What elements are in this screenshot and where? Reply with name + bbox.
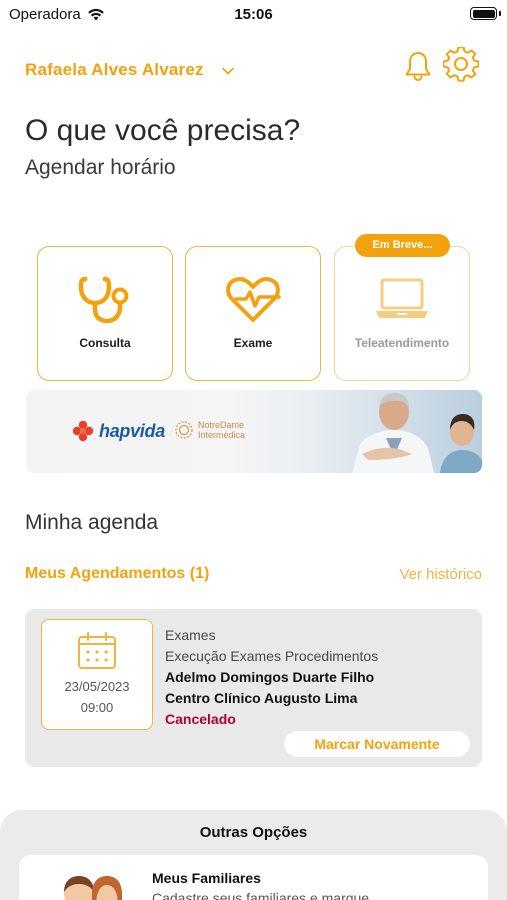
- page-subtitle: Agendar horário: [25, 156, 176, 179]
- coming-soon-badge: Em Breve...: [355, 234, 450, 257]
- appointment-details: Exames Execução Exames Procedimentos Ade…: [165, 625, 378, 730]
- service-label-consulta: Consulta: [79, 336, 131, 350]
- user-name: Rafaela Alves Alvarez: [25, 60, 204, 79]
- stethoscope-icon: [78, 276, 129, 324]
- appointment-date: 23/05/2023: [64, 679, 130, 694]
- agenda-section-title: Minha agenda: [25, 511, 159, 534]
- calendar-icon: [78, 632, 116, 669]
- flower-logo-icon: [72, 420, 94, 442]
- bell-icon[interactable]: [402, 50, 434, 82]
- other-options-sheet: Outras Opções Meus Familiares Cadastre s…: [0, 810, 507, 900]
- service-card-teleatendimento: Teleatendimento: [334, 246, 470, 381]
- appointments-title: Meus Agendamentos (1): [25, 565, 210, 582]
- appointment-date-box: 23/05/2023 09:00: [41, 619, 153, 730]
- service-label-exame: Exame: [233, 336, 273, 350]
- rebook-button[interactable]: Marcar Novamente: [284, 731, 470, 757]
- appointment-status: Cancelado: [165, 711, 236, 727]
- view-history-link[interactable]: Ver histórico: [399, 566, 482, 583]
- battery-icon: [470, 7, 497, 20]
- heart-pulse-icon: [226, 276, 281, 322]
- appointment-doctor: Adelmo Domingos Duarte Filho: [165, 669, 375, 685]
- notredame-line2: Intermédica: [198, 430, 246, 440]
- family-option-card[interactable]: Meus Familiares Cadastre seus familiares…: [19, 855, 488, 900]
- appointment-card[interactable]: 23/05/2023 09:00 Exames Execução Exames …: [25, 609, 482, 767]
- appointment-time: 09:00: [80, 700, 114, 715]
- appointment-description: Execução Exames Procedimentos: [165, 648, 379, 664]
- promo-banner[interactable]: hapvida NotreDame Intermédica: [26, 390, 482, 473]
- nurse-photo: [440, 414, 482, 473]
- notredame-logo: NotreDame Intermédica: [174, 420, 245, 440]
- battery-tip: [499, 11, 501, 16]
- family-option-subtitle: Cadastre seus familiares e marque: [152, 890, 370, 900]
- appointment-place: Centro Clínico Augusto Lima: [165, 690, 358, 706]
- family-option-title: Meus Familiares: [152, 870, 261, 886]
- hapvida-logo: hapvida: [72, 420, 165, 442]
- appointment-type: Exames: [165, 627, 216, 643]
- laptop-icon: [376, 278, 428, 318]
- notredame-line1: NotreDame: [198, 420, 245, 430]
- service-card-exame[interactable]: Exame: [185, 246, 321, 381]
- service-label-teleatendimento: Teleatendimento: [354, 336, 450, 350]
- doctor-photo: [352, 392, 434, 473]
- service-card-consulta[interactable]: Consulta: [37, 246, 173, 381]
- gear-icon[interactable]: [443, 47, 479, 83]
- hapvida-text: hapvida: [99, 420, 165, 441]
- chevron-down-icon: [221, 67, 234, 75]
- status-time: 15:06: [234, 6, 273, 23]
- other-options-title: Outras Opções: [199, 824, 308, 841]
- status-bar: Operadora 15:06: [0, 0, 507, 28]
- page-title: O que você precisa?: [25, 114, 301, 147]
- family-icon: [64, 876, 122, 900]
- sun-logo-icon: [175, 421, 193, 439]
- user-selector[interactable]: Rafaela Alves Alvarez: [25, 60, 234, 80]
